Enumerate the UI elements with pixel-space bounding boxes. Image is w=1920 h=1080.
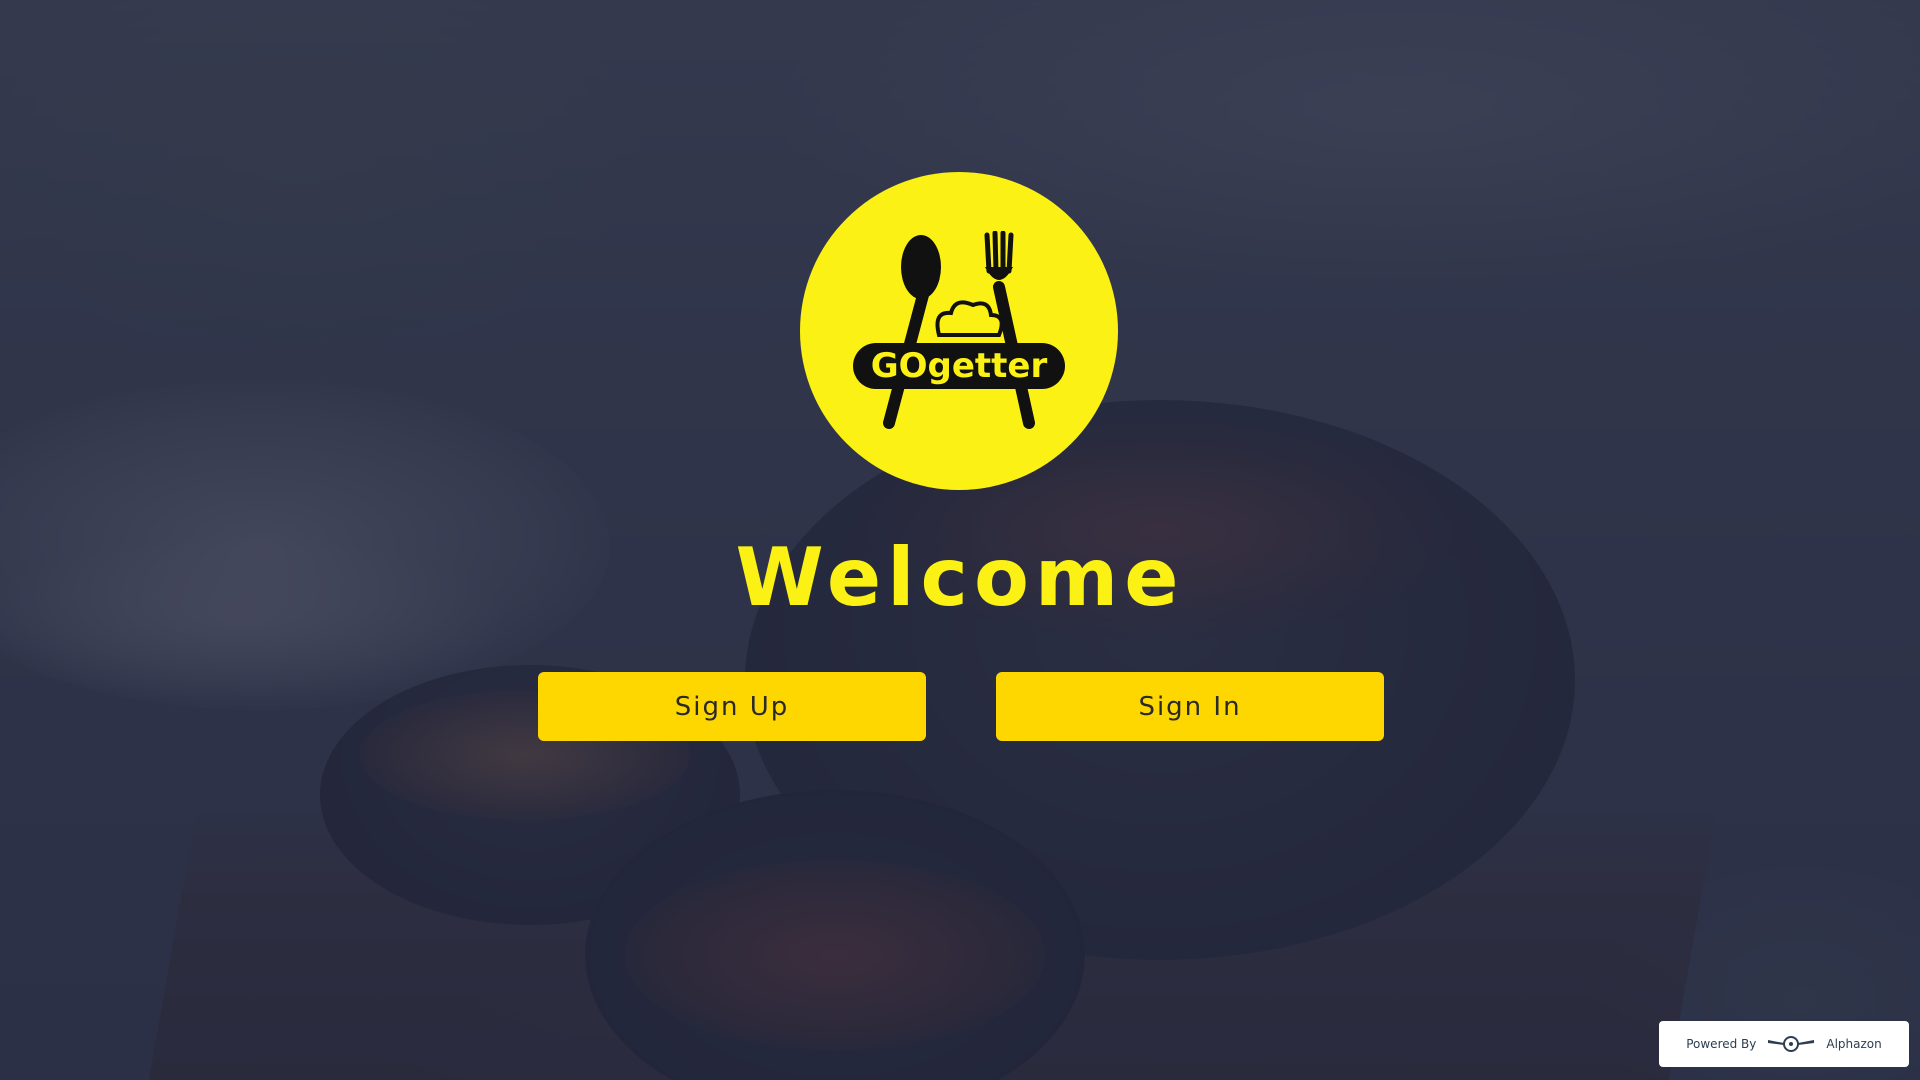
powered-by-badge[interactable]: Powered By Alphazon bbox=[1659, 1021, 1909, 1067]
spoon-fork-chef-hat-icon: GOgetter bbox=[853, 231, 1065, 429]
alphazon-wings-icon bbox=[1768, 1034, 1815, 1054]
welcome-heading: Welcome bbox=[735, 531, 1185, 624]
powered-by-label: Powered By bbox=[1686, 1037, 1757, 1051]
welcome-screen: GOgetter Welcome Sign Up Sign In Powered… bbox=[0, 0, 1920, 1080]
powered-by-company: Alphazon bbox=[1826, 1037, 1882, 1051]
logo-brand-text: GOgetter bbox=[871, 346, 1048, 386]
sign-up-label: Sign Up bbox=[674, 691, 790, 722]
sign-up-button[interactable]: Sign Up bbox=[538, 672, 926, 741]
gogetter-logo: GOgetter bbox=[800, 172, 1118, 490]
sign-in-button[interactable]: Sign In bbox=[996, 672, 1384, 741]
sign-in-label: Sign In bbox=[1138, 691, 1242, 722]
